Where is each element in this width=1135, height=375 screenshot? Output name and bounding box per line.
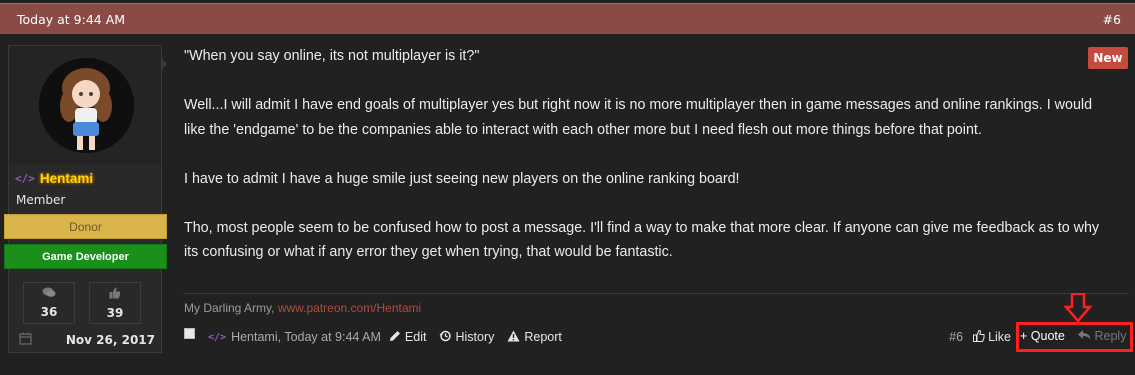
user-title: Member [16,193,66,207]
message-paragraph: Well...I will admit I have end goals of … [184,97,1093,138]
code-icon: </> [208,331,227,343]
signature-text: My Darling Army, [184,301,275,315]
pointer-arrow [161,58,167,70]
donor-banner: Donor [4,214,167,239]
likes-count: 39 [106,305,124,320]
thumbs-up-icon [109,287,121,302]
reply-icon [1078,329,1094,343]
footer-post-number[interactable]: #6 [949,330,963,344]
history-link[interactable]: History [439,330,494,345]
post-number-link[interactable]: #6 [1103,12,1121,27]
user-info-panel: </> Hentami Member Donor Game Developer … [4,45,167,353]
avatar-container [9,46,161,164]
thumbs-up-icon [973,329,985,345]
arrow-down-icon [1064,293,1092,323]
comments-icon [42,287,56,301]
like-label: Like [988,330,1011,344]
joined-date: Nov 26, 2017 [65,333,155,347]
reply-label: Reply [1094,329,1127,343]
username-link[interactable]: Hentami [40,171,93,186]
joined-row: Nov 26, 2017 [9,330,161,350]
message-paragraph: "When you say online, its not multiplaye… [184,48,480,64]
code-icon: </> [15,172,35,185]
game-developer-banner: Game Developer [4,244,167,269]
messages-stat: 36 [23,282,75,324]
report-link[interactable]: Report [507,330,562,345]
signature-divider [183,293,1129,294]
avatar[interactable] [39,58,134,153]
pencil-icon [389,330,401,345]
post-timestamp[interactable]: Today at 9:44 AM [17,12,125,27]
reply-button[interactable]: Reply [1078,329,1126,343]
messages-count: 36 [40,305,58,319]
like-button[interactable]: Like [973,329,1011,345]
post-footer: </> Hentami, Today at 9:44 AM Edit Histo… [184,326,1130,348]
username-row: </> Hentami [15,171,93,186]
edit-label: Edit [404,330,427,344]
select-post-checkbox[interactable] [184,327,195,339]
quote-button[interactable]: + Quote [1020,329,1065,343]
history-icon [439,330,452,345]
post-header: Today at 9:44 AM #6 [0,3,1135,34]
warning-icon [507,330,520,345]
post-meta[interactable]: Hentami, Today at 9:44 AM [231,330,381,344]
message-body: "When you say online, its not multiplaye… [184,44,1114,289]
history-label: History [455,330,495,344]
signature-link[interactable]: www.patreon.com/Hentami [278,301,421,315]
likes-stat: 39 [89,282,141,324]
message-paragraph: I have to admit I have a huge smile just… [184,170,740,187]
message-paragraph: Tho, most people seem to be confused how… [184,219,1100,261]
calendar-icon [19,332,32,348]
report-label: Report [524,330,562,344]
signature: My Darling Army, www.patreon.com/Hentami [184,301,421,315]
edit-link[interactable]: Edit [389,330,427,345]
